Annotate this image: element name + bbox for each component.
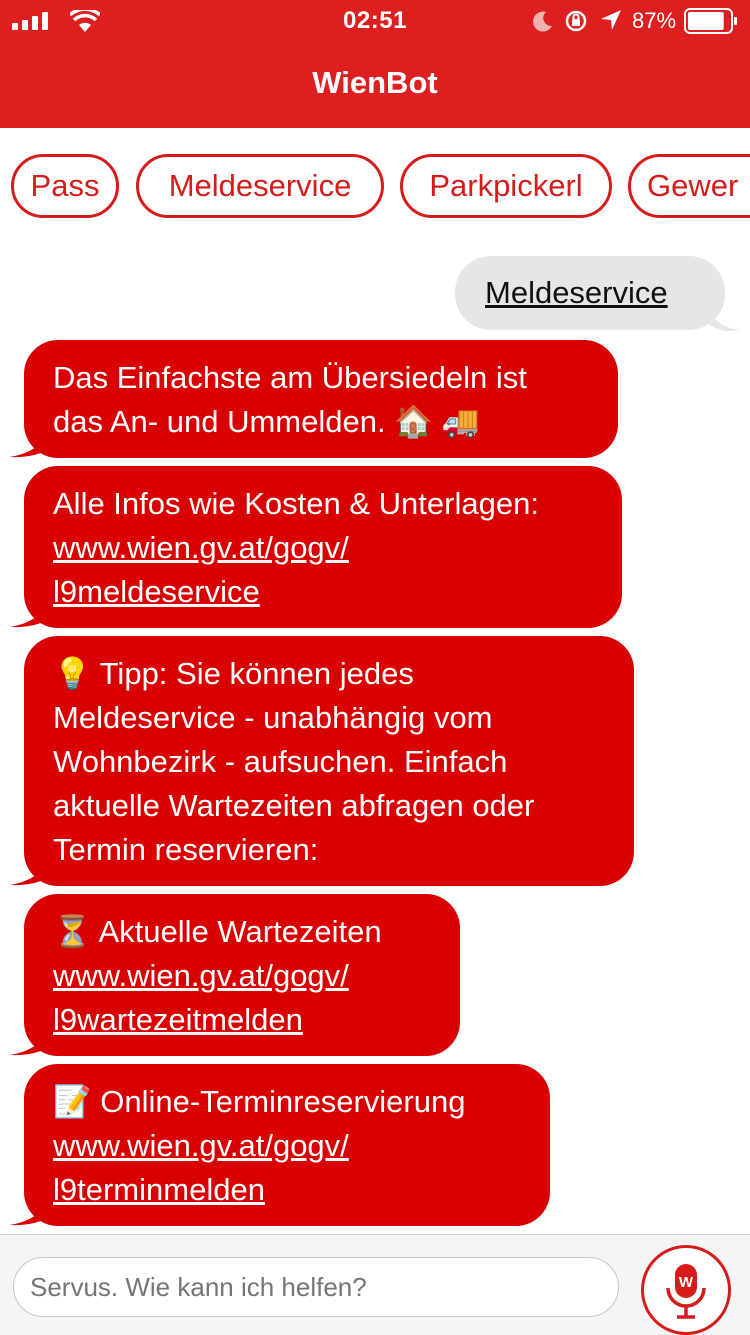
bot-message-text: ⏳ Aktuelle Wartezeiten [53, 914, 382, 949]
bot-message-link[interactable]: www.wien.gv.at/gogv/ [53, 1124, 522, 1168]
message-input[interactable] [13, 1257, 619, 1317]
bot-message-text: Termin reservieren: [53, 832, 319, 867]
quick-reply-meldeservice[interactable]: Meldeservice [136, 154, 384, 218]
bot-message-text: 📝 Online-Terminreservierung [53, 1084, 466, 1119]
battery-icon [684, 8, 737, 34]
user-message: Meldeservice [455, 256, 725, 330]
bot-message-link[interactable]: l9wartezeitmelden [53, 998, 432, 1042]
battery-percent: 87% [632, 8, 677, 33]
mic-button[interactable]: W [641, 1245, 731, 1335]
bot-message-text: Alle Infos wie Kosten & Unterlagen: [53, 486, 539, 521]
quick-reply-parkpickerl[interactable]: Parkpickerl [400, 154, 612, 218]
bot-message-text: Wohnbezirk - aufsuchen. Einfach [53, 744, 508, 779]
bot-message-text: aktuelle Wartezeiten abfragen oder [53, 788, 535, 823]
quick-reply-gewerbe[interactable]: Gewer [628, 154, 750, 218]
microphone-icon: W [666, 1264, 706, 1319]
bot-message-text: Meldeservice - unabhängig vom [53, 700, 493, 735]
bot-message-text: Das Einfachste am Übersiedeln ist [53, 360, 527, 395]
status-bar: 02:51 87% [0, 0, 750, 42]
rotation-lock-icon [565, 10, 587, 32]
quick-reply-pass[interactable]: Pass [11, 154, 119, 218]
page-title: WienBot [312, 65, 438, 100]
bot-message-link[interactable]: l9meldeservice [53, 570, 594, 614]
bot-message-text: 💡 Tipp: Sie können jedes [53, 656, 414, 691]
moon-icon [533, 11, 552, 32]
bot-message-link[interactable]: www.wien.gv.at/gogv/ [53, 954, 432, 998]
app-header: 02:51 87% WienBot [0, 0, 750, 128]
bot-message: ⏳ Aktuelle Wartezeiten www.wien.gv.at/go… [24, 894, 460, 1056]
bot-message-link[interactable]: www.wien.gv.at/gogv/ [53, 526, 594, 570]
bot-message: Alle Infos wie Kosten & Unterlagen: www.… [24, 466, 622, 628]
message-input-bar: W [0, 1234, 750, 1335]
bot-message: Das Einfachste am Übersiedeln ist das An… [24, 340, 618, 458]
bot-message-text: das An- und Ummelden. 🏠 🚚 [53, 404, 480, 439]
bot-message: 📝 Online-Terminreservierung www.wien.gv.… [24, 1064, 550, 1226]
user-message-text: Meldeservice [485, 275, 668, 310]
quick-replies: Pass Meldeservice Parkpickerl Gewer [0, 154, 750, 222]
bot-message-link[interactable]: l9terminmelden [53, 1168, 522, 1212]
mic-badge-letter: W [679, 1274, 694, 1291]
location-icon [601, 10, 621, 30]
bot-message: 💡 Tipp: Sie können jedes Meldeservice - … [24, 636, 634, 886]
